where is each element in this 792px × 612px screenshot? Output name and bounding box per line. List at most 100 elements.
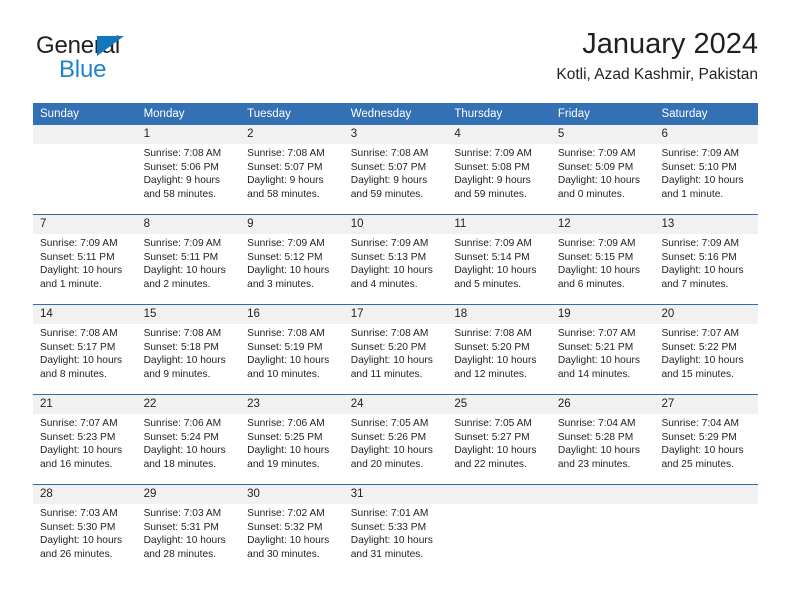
calendar-day-cell[interactable]: 23 Sunrise: 7:06 AM Sunset: 5:25 PM Dayligh… — [240, 395, 344, 484]
daylight-duration-line1: Daylight: 10 hours — [143, 445, 226, 457]
day-details: Sunrise: 7:08 AM Sunset: 5:19 PM Daylight:… — [240, 324, 344, 381]
day-details: Sunrise: 7:08 AM Sunset: 5:07 PM Daylight:… — [344, 144, 448, 201]
daylight-duration-line2: and 4 minutes. — [350, 278, 418, 290]
day-details: Sunrise: 7:09 AM Sunset: 5:11 PM Daylight:… — [33, 234, 137, 291]
day-number: 27 — [654, 395, 759, 414]
day-number: 20 — [654, 305, 759, 324]
calendar-day-cell[interactable]: 21 Sunrise: 7:07 AM Sunset: 5:23 PM Dayligh… — [33, 395, 137, 484]
sunset-time: Sunset: 5:14 PM — [454, 251, 530, 263]
calendar-day-cell[interactable]: 4 Sunrise: 7:09 AM Sunset: 5:08 PM Daylight… — [447, 125, 551, 214]
daylight-duration-line1: Daylight: 10 hours — [661, 445, 744, 457]
sunset-time: Sunset: 5:23 PM — [40, 431, 116, 443]
daylight-duration-line2: and 1 minute. — [661, 188, 724, 200]
calendar-day-cell[interactable]: 31 Sunrise: 7:01 AM Sunset: 5:33 PM Dayligh… — [343, 485, 448, 574]
calendar-day-cell[interactable]: 5 Sunrise: 7:09 AM Sunset: 5:09 PM Daylight… — [550, 125, 655, 214]
day-details: Sunrise: 7:03 AM Sunset: 5:31 PM Daylight:… — [137, 504, 241, 561]
day-details: Sunrise: 7:01 AM Sunset: 5:33 PM Daylight:… — [344, 504, 448, 561]
calendar-day-cell-empty — [33, 125, 137, 214]
day-number: 7 — [33, 215, 137, 234]
calendar-day-cell[interactable]: 17 Sunrise: 7:08 AM Sunset: 5:20 PM Dayligh… — [343, 305, 448, 394]
calendar-day-cell[interactable]: 26 Sunrise: 7:04 AM Sunset: 5:28 PM Dayligh… — [550, 395, 655, 484]
calendar-week-row: 1 Sunrise: 7:08 AM Sunset: 5:06 PM Daylight… — [33, 125, 759, 214]
daylight-duration-line2: and 14 minutes. — [557, 368, 631, 380]
calendar-day-cell[interactable]: 30 Sunrise: 7:02 AM Sunset: 5:32 PM Dayligh… — [240, 485, 344, 574]
daylight-duration-line2: and 12 minutes. — [454, 368, 527, 380]
calendar-day-cell[interactable]: 6 Sunrise: 7:09 AM Sunset: 5:10 PM Daylight… — [654, 125, 759, 214]
calendar-day-cell[interactable]: 7 Sunrise: 7:09 AM Sunset: 5:11 PM Daylight… — [33, 215, 137, 304]
sunrise-time: Sunrise: 7:03 AM — [143, 508, 222, 519]
calendar-day-cell[interactable]: 10 Sunrise: 7:09 AM Sunset: 5:13 PM Dayligh… — [343, 215, 448, 304]
day-number: 12 — [550, 215, 655, 234]
day-number — [550, 485, 655, 504]
daylight-duration-line2: and 30 minutes. — [247, 548, 320, 560]
calendar-day-cell[interactable]: 24 Sunrise: 7:05 AM Sunset: 5:26 PM Dayligh… — [343, 395, 448, 484]
sunrise-time: Sunrise: 7:07 AM — [40, 418, 118, 429]
day-number — [447, 485, 551, 504]
calendar-day-cell[interactable]: 1 Sunrise: 7:08 AM Sunset: 5:06 PM Daylight… — [136, 125, 241, 214]
day-details: Sunrise: 7:04 AM Sunset: 5:28 PM Daylight:… — [551, 414, 655, 471]
sunset-time: Sunset: 5:30 PM — [40, 521, 116, 533]
page-subtitle: Kotli, Azad Kashmir, Pakistan — [556, 66, 758, 83]
daylight-duration-line1: Daylight: 10 hours — [350, 355, 433, 367]
calendar-day-cell[interactable]: 14 Sunrise: 7:08 AM Sunset: 5:17 PM Dayligh… — [33, 305, 137, 394]
day-details: Sunrise: 7:02 AM Sunset: 5:32 PM Daylight:… — [240, 504, 344, 561]
daylight-duration-line2: and 11 minutes. — [350, 368, 423, 380]
day-number — [33, 125, 137, 144]
daylight-duration-line1: Daylight: 10 hours — [557, 265, 641, 277]
daylight-duration-line2: and 25 minutes. — [661, 458, 734, 470]
calendar-day-cell[interactable]: 8 Sunrise: 7:09 AM Sunset: 5:11 PM Daylight… — [136, 215, 241, 304]
day-number: 14 — [33, 305, 137, 324]
calendar-week-row: 7 Sunrise: 7:09 AM Sunset: 5:11 PM Daylight… — [33, 214, 759, 304]
calendar-day-cell[interactable]: 11 Sunrise: 7:09 AM Sunset: 5:14 PM Dayligh… — [447, 215, 551, 304]
calendar-day-cell[interactable]: 22 Sunrise: 7:06 AM Sunset: 5:24 PM Dayligh… — [136, 395, 241, 484]
sunset-time: Sunset: 5:27 PM — [454, 431, 530, 443]
day-details: Sunrise: 7:08 AM Sunset: 5:07 PM Daylight:… — [240, 144, 344, 201]
sunrise-time: Sunrise: 7:09 AM — [661, 148, 740, 159]
calendar-day-cell[interactable]: 16 Sunrise: 7:08 AM Sunset: 5:19 PM Dayligh… — [240, 305, 344, 394]
weekday-tuesday: Tuesday — [247, 108, 291, 120]
daylight-duration-line1: Daylight: 10 hours — [454, 445, 537, 457]
calendar-day-cell[interactable]: 28 Sunrise: 7:03 AM Sunset: 5:30 PM Dayligh… — [33, 485, 137, 574]
calendar-week-row: 28 Sunrise: 7:03 AM Sunset: 5:30 PM Dayligh… — [33, 484, 759, 574]
daylight-duration-line2: and 19 minutes. — [247, 458, 320, 470]
sunrise-time: Sunrise: 7:09 AM — [143, 238, 222, 249]
day-number: 1 — [136, 125, 241, 144]
calendar-page: General Blue January 2024 Kotli, Azad Ka… — [0, 0, 792, 612]
daylight-duration-line1: Daylight: 10 hours — [454, 355, 537, 367]
sunrise-time: Sunrise: 7:05 AM — [454, 418, 532, 429]
daylight-duration-line2: and 22 minutes. — [454, 458, 527, 470]
day-number: 28 — [33, 485, 137, 504]
calendar-day-cell[interactable]: 3 Sunrise: 7:08 AM Sunset: 5:07 PM Daylight… — [343, 125, 448, 214]
sunrise-time: Sunrise: 7:09 AM — [454, 148, 532, 159]
title-block: January 2024 Kotli, Azad Kashmir, Pakist… — [556, 26, 758, 86]
calendar-day-cell-empty — [447, 485, 551, 574]
calendar-day-cell[interactable]: 29 Sunrise: 7:03 AM Sunset: 5:31 PM Dayligh… — [136, 485, 241, 574]
brand-logo[interactable]: General Blue — [36, 32, 236, 88]
day-details: Sunrise: 7:06 AM Sunset: 5:24 PM Daylight:… — [137, 414, 241, 471]
sunset-time: Sunset: 5:22 PM — [661, 341, 737, 353]
sunset-time: Sunset: 5:28 PM — [557, 431, 634, 443]
calendar-day-cell[interactable]: 27 Sunrise: 7:04 AM Sunset: 5:29 PM Dayligh… — [654, 395, 759, 484]
calendar-day-cell[interactable]: 15 Sunrise: 7:08 AM Sunset: 5:18 PM Dayligh… — [136, 305, 241, 394]
sunrise-time: Sunrise: 7:02 AM — [247, 508, 325, 519]
daylight-duration-line2: and 2 minutes. — [143, 278, 211, 290]
calendar-day-cell[interactable]: 12 Sunrise: 7:09 AM Sunset: 5:15 PM Dayligh… — [550, 215, 655, 304]
calendar-day-cell[interactable]: 13 Sunrise: 7:09 AM Sunset: 5:16 PM Dayligh… — [654, 215, 759, 304]
day-number: 30 — [240, 485, 344, 504]
calendar-day-cell[interactable]: 9 Sunrise: 7:09 AM Sunset: 5:12 PM Daylight… — [240, 215, 344, 304]
day-details: Sunrise: 7:09 AM Sunset: 5:09 PM Daylight:… — [551, 144, 655, 201]
calendar-day-cell-empty — [654, 485, 759, 574]
daylight-duration-line1: Daylight: 9 hours — [143, 175, 221, 187]
daylight-duration-line2: and 18 minutes. — [143, 458, 217, 470]
daylight-duration-line1: Daylight: 10 hours — [350, 535, 433, 547]
day-details: Sunrise: 7:08 AM Sunset: 5:20 PM Daylight:… — [344, 324, 448, 381]
calendar-day-cell[interactable]: 19 Sunrise: 7:07 AM Sunset: 5:21 PM Dayligh… — [550, 305, 655, 394]
calendar-day-cell[interactable]: 18 Sunrise: 7:08 AM Sunset: 5:20 PM Dayligh… — [447, 305, 551, 394]
sunset-time: Sunset: 5:20 PM — [350, 341, 427, 353]
daylight-duration-line1: Daylight: 10 hours — [247, 265, 330, 277]
calendar-day-cell[interactable]: 20 Sunrise: 7:07 AM Sunset: 5:22 PM Dayligh… — [654, 305, 759, 394]
calendar-day-cell[interactable]: 2 Sunrise: 7:08 AM Sunset: 5:07 PM Daylight… — [240, 125, 344, 214]
page-title: January 2024 — [582, 28, 758, 60]
calendar-day-cell[interactable]: 25 Sunrise: 7:05 AM Sunset: 5:27 PM Dayligh… — [447, 395, 551, 484]
day-number: 5 — [550, 125, 655, 144]
